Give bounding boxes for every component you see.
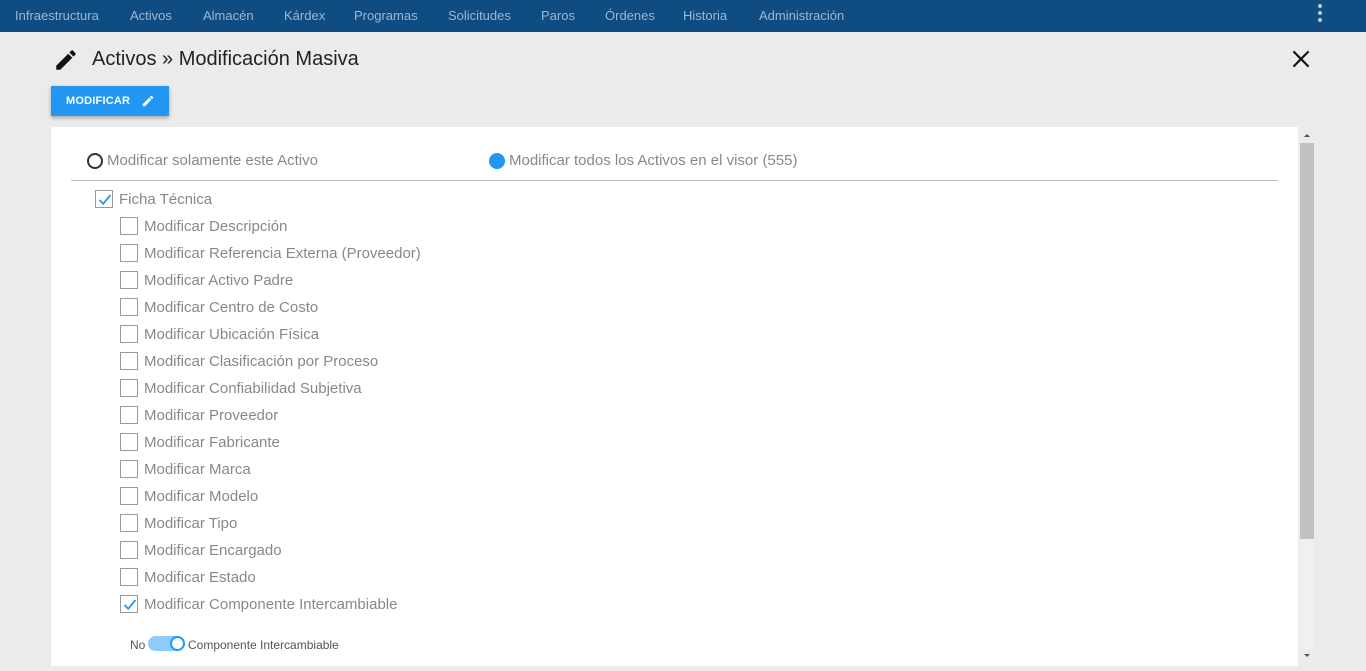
field-label-referencia-externa[interactable]: Modificar Referencia Externa (Proveedor)	[144, 245, 421, 262]
checkbox-referencia-externa[interactable]	[120, 244, 138, 262]
nav-item-programas[interactable]: Programas	[354, 0, 418, 32]
field-label-marca[interactable]: Modificar Marca	[144, 461, 251, 478]
checkbox-activo-padre[interactable]	[120, 271, 138, 289]
field-label-estado[interactable]: Modificar Estado	[144, 569, 256, 586]
nav-item-almacen[interactable]: Almacén	[203, 0, 254, 32]
field-label-confiabilidad-subjetiva[interactable]: Modificar Confiabilidad Subjetiva	[144, 380, 362, 397]
checkmark-icon	[123, 599, 137, 611]
componente-intercambiable-toggle[interactable]	[148, 636, 185, 651]
checkbox-descripcion[interactable]	[120, 217, 138, 235]
checkbox-encargado[interactable]	[120, 541, 138, 559]
nav-item-solicitudes[interactable]: Solicitudes	[448, 0, 511, 32]
divider	[71, 180, 1278, 181]
radio-all-assets[interactable]: Modificar todos los Activos en el visor …	[489, 152, 829, 169]
field-label-centro-costo[interactable]: Modificar Centro de Costo	[144, 299, 318, 316]
radio-single-asset[interactable]: Modificar solamente este Activo	[87, 152, 347, 169]
checkbox-tipo[interactable]	[120, 514, 138, 532]
nav-item-infraestructura[interactable]: Infraestructura	[15, 0, 99, 32]
modify-button[interactable]: MODIFICAR	[51, 86, 169, 116]
nav-item-historia[interactable]: Historia	[683, 0, 727, 32]
modify-button-label: MODIFICAR	[66, 95, 131, 107]
nav-item-paros[interactable]: Paros	[541, 0, 575, 32]
field-label-descripcion[interactable]: Modificar Descripción	[144, 218, 287, 235]
checkbox-proveedor[interactable]	[120, 406, 138, 424]
checkbox-modelo[interactable]	[120, 487, 138, 505]
checkbox-clasificacion-proceso[interactable]	[120, 352, 138, 370]
checkbox-marca[interactable]	[120, 460, 138, 478]
nav-item-administracion[interactable]: Administración	[759, 0, 844, 32]
field-label-clasificacion-proceso[interactable]: Modificar Clasificación por Proceso	[144, 353, 378, 370]
radio-unchecked-icon	[87, 153, 103, 169]
scroll-up-arrow-icon[interactable]	[1301, 129, 1313, 141]
nav-item-kardex[interactable]: Kárdex	[284, 0, 325, 32]
field-label-encargado[interactable]: Modificar Encargado	[144, 542, 282, 559]
checkmark-icon	[98, 194, 112, 206]
field-label-modelo[interactable]: Modificar Modelo	[144, 488, 258, 505]
top-navbar: Infraestructura Activos Almacén Kárdex P…	[0, 0, 1366, 32]
toggle-label: Componente Intercambiable	[188, 638, 339, 652]
ficha-tecnica-label[interactable]: Ficha Técnica	[119, 191, 212, 208]
more-options-icon[interactable]	[1311, 3, 1329, 25]
checkbox-centro-costo[interactable]	[120, 298, 138, 316]
toggle-knob	[170, 636, 185, 651]
pencil-icon	[142, 95, 154, 107]
checkbox-ubicacion-fisica[interactable]	[120, 325, 138, 343]
field-label-proveedor[interactable]: Modificar Proveedor	[144, 407, 278, 424]
field-label-componente-intercambiable[interactable]: Modificar Componente Intercambiable	[144, 596, 397, 613]
scrollbar-thumb[interactable]	[1300, 143, 1314, 539]
field-label-activo-padre[interactable]: Modificar Activo Padre	[144, 272, 293, 289]
nav-item-ordenes[interactable]: Órdenes	[605, 0, 655, 32]
close-icon[interactable]	[1288, 46, 1314, 72]
radio-single-label: Modificar solamente este Activo	[107, 152, 318, 169]
checkbox-confiabilidad-subjetiva[interactable]	[120, 379, 138, 397]
checkbox-componente-intercambiable[interactable]	[120, 595, 138, 613]
checkbox-fabricante[interactable]	[120, 433, 138, 451]
pencil-icon	[56, 50, 76, 70]
scroll-down-arrow-icon[interactable]	[1301, 650, 1313, 662]
radio-checked-icon	[489, 153, 505, 169]
page-title: Activos » Modificación Masiva	[92, 48, 359, 70]
toggle-off-label: No	[130, 638, 146, 652]
field-label-tipo[interactable]: Modificar Tipo	[144, 515, 237, 532]
field-label-ubicacion-fisica[interactable]: Modificar Ubicación Física	[144, 326, 319, 343]
field-label-fabricante[interactable]: Modificar Fabricante	[144, 434, 280, 451]
radio-all-label: Modificar todos los Activos en el visor …	[509, 152, 798, 169]
nav-item-activos[interactable]: Activos	[130, 0, 172, 32]
checkbox-estado[interactable]	[120, 568, 138, 586]
checkbox-ficha-tecnica[interactable]	[95, 190, 113, 208]
